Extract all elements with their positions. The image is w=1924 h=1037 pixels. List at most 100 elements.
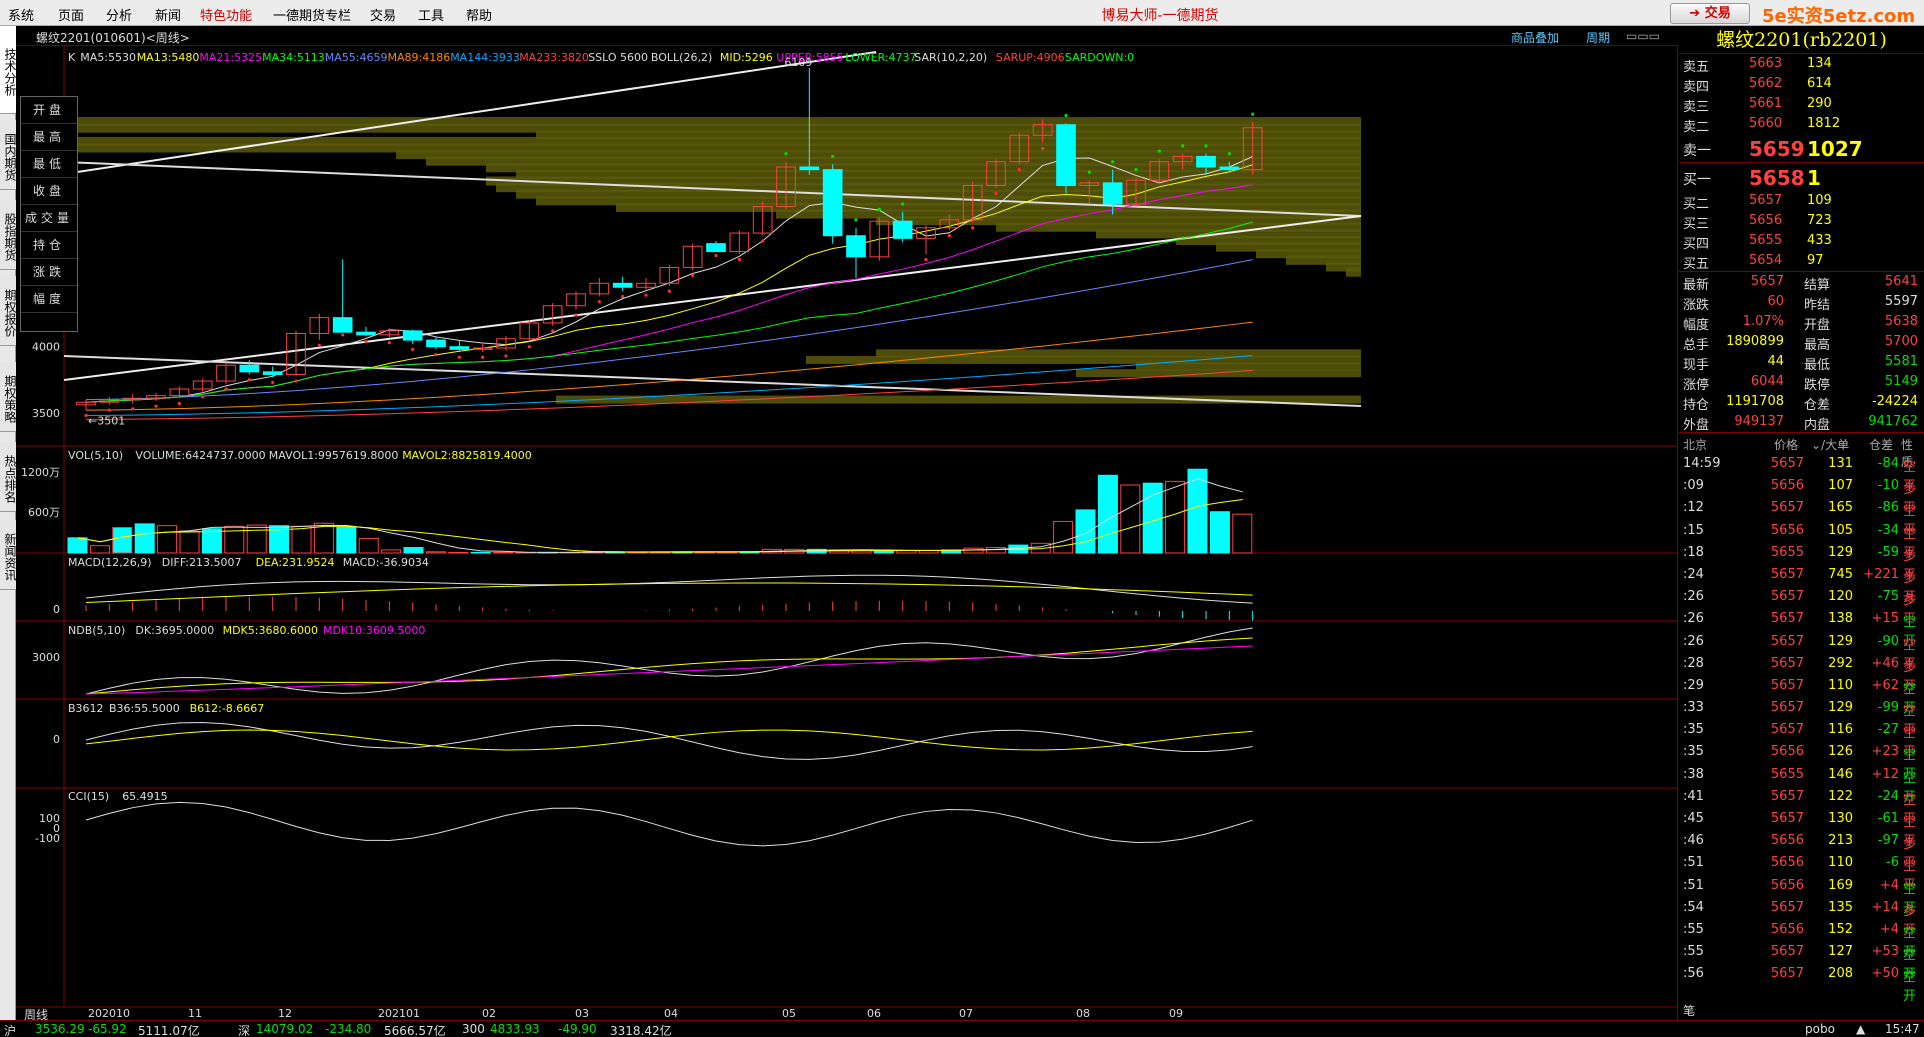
- tab-option-quotes[interactable]: 期权报价: [0, 276, 17, 346]
- tick-d: -34: [1877, 522, 1899, 538]
- tick-row[interactable]: :41 5657 122 -24 空平: [1679, 785, 1924, 827]
- ndb-mdk5-line: [85, 637, 1253, 695]
- orderbook-row[interactable]: 卖五 5663 134: [1679, 54, 1924, 75]
- cci-legend-1: 65.4915: [122, 790, 168, 803]
- orderbook-row[interactable]: 卖三 5661 290: [1679, 94, 1924, 115]
- tick-row[interactable]: :12 5657 165 -86 空平: [1679, 496, 1924, 538]
- sar-dot: [947, 234, 951, 238]
- menu-yide-column[interactable]: 一德期货专栏: [273, 5, 351, 24]
- volume-bar: [67, 537, 88, 554]
- tick-row[interactable]: :51 5656 169 +4 空开: [1679, 874, 1924, 916]
- stat-row: 最新 5657 结算 5641: [1679, 272, 1924, 293]
- orderbook-price: 5655: [1749, 233, 1783, 248]
- tick-d: -61: [1877, 811, 1899, 826]
- orderbook-row[interactable]: 卖四 5662 614: [1679, 74, 1924, 95]
- tab-option-strategy[interactable]: 期权策略: [0, 362, 17, 432]
- x-axis-label: 02: [482, 1007, 496, 1020]
- stat-v1: 949137: [1734, 414, 1784, 429]
- tick-p: 5656: [1770, 877, 1804, 893]
- c300-change: -49.90: [558, 1022, 597, 1036]
- stat-v2: 5581: [1884, 354, 1918, 369]
- contract-name[interactable]: 螺纹2201(rb2201): [1679, 26, 1924, 54]
- menu-system[interactable]: 系统: [8, 5, 34, 24]
- orderbook-row[interactable]: 买三 5656 723: [1679, 211, 1924, 232]
- tick-row[interactable]: :46 5656 213 -97 多平: [1679, 829, 1924, 871]
- orderbook-row[interactable]: 买五 5654 97: [1679, 251, 1924, 272]
- ohlc-panel: 开盘 最高 最低 收盘 成交量 持仓 涨跌 幅度: [20, 96, 78, 332]
- menu-special[interactable]: 特色功能: [200, 5, 252, 24]
- tick-row[interactable]: :26 5657 129 -90 空平: [1679, 630, 1924, 672]
- orderbook-row[interactable]: 卖一 5659 1027: [1679, 134, 1924, 162]
- tick-list[interactable]: 14:59 5657 131 -84 空平:09 5656 107 -10 多平:12 5657 1…: [1679, 452, 1924, 1004]
- menu-page[interactable]: 页面: [58, 5, 84, 24]
- tab-technical-analysis[interactable]: 技术分析: [0, 26, 17, 114]
- tick-row[interactable]: :26 5657 138 +15 空开: [1679, 607, 1924, 649]
- tick-row[interactable]: :18 5655 129 -59 多平: [1679, 541, 1924, 583]
- tick-row[interactable]: :54 5657 135 +14 多开: [1679, 896, 1924, 938]
- orderbook-row[interactable]: 卖二 5660 1812: [1679, 114, 1924, 135]
- ma-legend-13: LOWER:4737: [845, 51, 916, 64]
- tick-row[interactable]: :38 5655 146 +12 空开: [1679, 763, 1924, 805]
- menu-trade[interactable]: 交易: [370, 5, 396, 24]
- tick-p: 5656: [1770, 921, 1804, 937]
- candle-body: [1056, 124, 1076, 186]
- stat-l1: 幅度: [1683, 318, 1710, 333]
- tick-row[interactable]: :09 5656 107 -10 多平: [1679, 474, 1924, 516]
- tick-row[interactable]: :35 5657 116 -27 空平: [1679, 718, 1924, 760]
- tick-v: 146: [1828, 766, 1853, 782]
- orderbook-vol: 1812: [1807, 116, 1841, 131]
- tick-row[interactable]: :55 5657 127 +53 空开: [1679, 940, 1924, 982]
- tab-hot-ranking[interactable]: 热点排名: [0, 442, 17, 512]
- sar-dot: [1251, 112, 1255, 116]
- stat-v2: 5149: [1884, 374, 1918, 389]
- tick-row[interactable]: :24 5657 745 +221 多开: [1679, 563, 1924, 605]
- mavol2-line: [77, 498, 1243, 553]
- orderbook-row[interactable]: 买一 5658 1: [1679, 163, 1924, 191]
- sar-dot: [1157, 149, 1161, 153]
- tick-row[interactable]: :26 5657 120 -75 多平: [1679, 585, 1924, 627]
- kline-chart[interactable]: 4500400035006109←3501KMA5:5530MA13:5480M…: [16, 26, 1678, 1020]
- menu-help[interactable]: 帮助: [466, 5, 492, 24]
- tick-v: 292: [1828, 655, 1853, 671]
- tick-row[interactable]: :35 5656 126 +23 空开: [1679, 740, 1924, 782]
- volume-bar: [336, 527, 357, 554]
- tick-row[interactable]: :56 5657 208 +50 空开: [1679, 962, 1924, 1004]
- tick-t: 14:59: [1683, 456, 1721, 471]
- tick-row[interactable]: :33 5657 129 -99 空平: [1679, 696, 1924, 738]
- stat-v1: 60: [1767, 294, 1784, 309]
- orderbook-vol: 723: [1807, 213, 1832, 228]
- orderbook-row[interactable]: 买二 5657 109: [1679, 191, 1924, 212]
- candle-body: [356, 331, 376, 336]
- tick-row[interactable]: :55 5656 152 +4 空开: [1679, 918, 1924, 960]
- stat-l1: 现手: [1683, 358, 1710, 373]
- ndb-legend-1: DK:3695.0000: [135, 624, 214, 637]
- tick-row[interactable]: 14:59 5657 131 -84 空平: [1679, 452, 1924, 494]
- tab-news[interactable]: 新闻资讯: [0, 520, 17, 590]
- menu-tools[interactable]: 工具: [418, 5, 444, 24]
- tick-t: :55: [1683, 944, 1704, 960]
- tab-index-futures[interactable]: 股指期货: [0, 200, 17, 270]
- tick-d: +4: [1879, 921, 1899, 937]
- tick-row[interactable]: :45 5657 130 -61 空平: [1679, 807, 1924, 849]
- tick-p: 5656: [1770, 522, 1804, 538]
- menu-analysis[interactable]: 分析: [106, 5, 132, 24]
- tick-row[interactable]: :28 5657 292 +46 多开: [1679, 652, 1924, 694]
- stat-l2: 内盘: [1804, 418, 1831, 433]
- ndb-dk-line: [85, 627, 1253, 695]
- candle-body: [1219, 166, 1240, 171]
- tab-domestic-futures[interactable]: 国内期货: [0, 120, 17, 190]
- menu-bar: 系统 页面 分析 新闻 特色功能 一德期货专栏 交易 工具 帮助 博易大师-一德…: [0, 0, 1924, 27]
- tick-row[interactable]: :51 5656 110 -6 空平: [1679, 851, 1924, 893]
- chart-area[interactable]: 螺纹2201(010601)<周线> 商品叠加 周期 ▭▭▭ 450040003…: [16, 26, 1678, 1020]
- ma-legend-0: K: [68, 51, 76, 64]
- mode-label[interactable]: 笔: [1683, 1002, 1695, 1019]
- x-axis-label: 09: [1169, 1007, 1183, 1020]
- volume-bar: [313, 522, 334, 554]
- menu-news[interactable]: 新闻: [155, 5, 181, 24]
- volume-bar: [134, 523, 155, 554]
- tick-row[interactable]: :29 5657 110 +62 空开: [1679, 674, 1924, 716]
- sar-dot: [1017, 168, 1021, 172]
- orderbook-row[interactable]: 买四 5655 433: [1679, 231, 1924, 252]
- trade-button[interactable]: ➔ 交易: [1670, 3, 1750, 24]
- tick-row[interactable]: :15 5656 105 -34 空平: [1679, 519, 1924, 561]
